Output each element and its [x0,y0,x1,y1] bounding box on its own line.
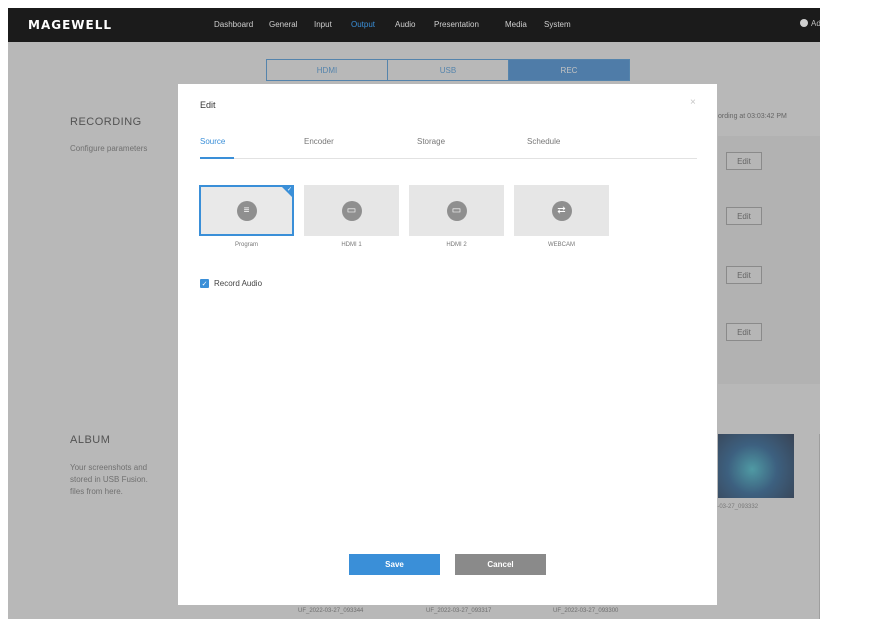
source-label-webcam: WEBCAM [548,242,575,248]
user-menu[interactable]: Admin ⌄ [800,19,820,28]
nav-item-system[interactable]: System [544,20,571,29]
nav-item-dashboard[interactable]: Dashboard [214,20,253,29]
user-avatar-icon [800,19,808,27]
program-icon: ≡ [236,200,257,221]
source-card-hdmi-1[interactable]: ▭ [304,185,399,236]
record-audio-checkbox[interactable]: ✓ Record Audio [200,279,262,288]
hdmi-icon: ▭ [341,200,362,221]
active-tab-indicator [200,157,234,159]
tab-storage[interactable]: Storage [417,137,445,146]
nav-item-input[interactable]: Input [314,20,332,29]
dialog-tabs: Source Encoder Storage Schedule [200,134,697,159]
tab-schedule[interactable]: Schedule [527,137,560,146]
save-button[interactable]: Save [349,554,440,575]
user-name: Admin ⌄ [811,19,820,28]
source-card-hdmi-2[interactable]: ▭ [409,185,504,236]
nav-item-output[interactable]: Output [351,20,375,29]
close-icon[interactable]: × [690,97,696,108]
top-nav-bar: MAGEWELL Dashboard General Input Output … [8,8,820,42]
checkmark-icon: ✓ [286,187,292,193]
tab-encoder[interactable]: Encoder [304,137,334,146]
nav-item-media[interactable]: Media [505,20,527,29]
source-card-webcam[interactable]: ⇄ [514,185,609,236]
source-card-program[interactable]: ≡ ✓ [199,185,294,236]
cancel-button[interactable]: Cancel [455,554,546,575]
edit-dialog: Edit × Source Encoder Storage Schedule ≡… [178,84,717,605]
record-audio-label: Record Audio [214,279,263,288]
logo: MAGEWELL [28,18,113,32]
nav-item-general[interactable]: General [269,20,297,29]
tab-source[interactable]: Source [200,137,225,146]
nav-item-audio[interactable]: Audio [395,20,415,29]
nav-item-presentation[interactable]: Presentation [434,20,479,29]
hdmi-icon: ▭ [446,200,467,221]
checkbox-checked-icon: ✓ [200,279,209,288]
usb-icon: ⇄ [551,200,572,221]
source-label-hdmi-1: HDMI 1 [341,242,362,248]
source-label-program: Program [234,242,258,248]
dialog-title: Edit [200,100,216,110]
source-label-hdmi-2: HDMI 2 [446,242,467,248]
